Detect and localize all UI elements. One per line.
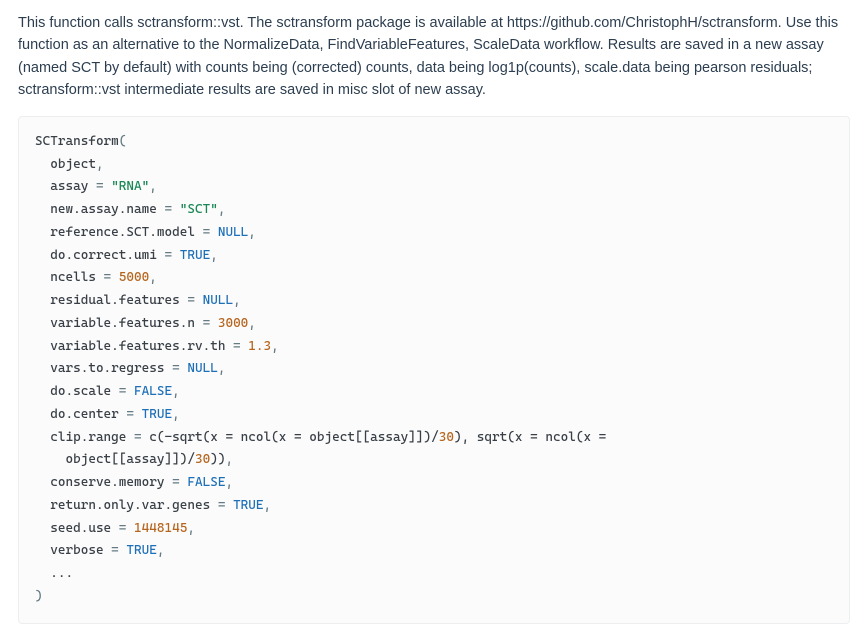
arg-clip-num1: 30 — [439, 430, 454, 445]
arg-vfrv-val: 1.3 — [248, 339, 271, 354]
arg-seed-name: seed.use — [50, 521, 111, 536]
arg-ncells-val: 5000 — [119, 270, 149, 285]
arg-clip-pre: c(-sqrt(x = ncol(x = object[[assay]])/ — [149, 430, 438, 445]
eq: = — [119, 407, 142, 422]
arg-docenter-val: TRUE — [142, 407, 172, 422]
arg-assay-name: assay — [50, 179, 88, 194]
comma: , — [233, 293, 241, 308]
eq: = — [157, 202, 180, 217]
eq: = — [165, 475, 188, 490]
arg-ncells-name: ncells — [50, 270, 96, 285]
comma: , — [172, 384, 180, 399]
comma: , — [248, 225, 256, 240]
arg-clip-line2pre: object[[assay]])/ — [35, 452, 195, 467]
eq: = — [126, 430, 149, 445]
eq: = — [210, 498, 233, 513]
close-paren: ) — [35, 589, 43, 604]
code-block: SCTransform( object, assay = "RNA", new.… — [18, 116, 850, 624]
function-description: This function calls sctransform::vst. Th… — [18, 12, 850, 102]
comma: , — [218, 202, 226, 217]
arg-refmodel-val: NULL — [218, 225, 248, 240]
arg-verbose-val: TRUE — [126, 543, 156, 558]
arg-residual-name: residual.features — [50, 293, 180, 308]
open-paren: ( — [119, 134, 127, 149]
description-text: This function calls sctransform::vst. Th… — [18, 15, 838, 98]
comma: , — [149, 270, 157, 285]
arg-retvar-name: return.only.var.genes — [50, 498, 210, 513]
comma: , — [96, 157, 104, 172]
arg-retvar-val: TRUE — [233, 498, 263, 513]
arg-varsreg-val: NULL — [187, 361, 217, 376]
comma: , — [149, 179, 157, 194]
eq: = — [195, 316, 218, 331]
comma: , — [218, 361, 226, 376]
arg-vfrv-name: variable.features.rv.th — [50, 339, 225, 354]
arg-varsreg-name: vars.to.regress — [50, 361, 164, 376]
comma: , — [225, 452, 233, 467]
eq: = — [111, 521, 134, 536]
arg-consmem-name: conserve.memory — [50, 475, 164, 490]
eq: = — [88, 179, 111, 194]
arg-seed-val: 1448145 — [134, 521, 187, 536]
fn-name: SCTransform — [35, 134, 119, 149]
comma: , — [157, 543, 165, 558]
eq: = — [157, 248, 180, 263]
arg-docorrect-val: TRUE — [180, 248, 210, 263]
arg-newassay-val: "SCT" — [180, 202, 218, 217]
eq: = — [111, 384, 134, 399]
eq: = — [165, 361, 188, 376]
arg-docenter-name: do.center — [50, 407, 119, 422]
eq: = — [225, 339, 248, 354]
arg-vfn-name: variable.features.n — [50, 316, 195, 331]
arg-doscale-val: FALSE — [134, 384, 172, 399]
arg-dots: ... — [50, 566, 73, 581]
eq: = — [104, 543, 127, 558]
arg-residual-val: NULL — [203, 293, 233, 308]
eq: = — [195, 225, 218, 240]
arg-newassay-name: new.assay.name — [50, 202, 157, 217]
arg-docorrect-name: do.correct.umi — [50, 248, 157, 263]
arg-clip-name: clip.range — [50, 430, 126, 445]
eq: = — [96, 270, 119, 285]
comma: , — [264, 498, 272, 513]
eq: = — [180, 293, 203, 308]
comma: , — [225, 475, 233, 490]
arg-verbose-name: verbose — [50, 543, 103, 558]
arg-clip-mid: ), sqrt(x = ncol(x = — [454, 430, 606, 445]
comma: , — [172, 407, 180, 422]
arg-doscale-name: do.scale — [50, 384, 111, 399]
arg-refmodel-name: reference.SCT.model — [50, 225, 195, 240]
comma: , — [271, 339, 279, 354]
arg-assay-val: "RNA" — [111, 179, 149, 194]
comma: , — [210, 248, 218, 263]
arg-consmem-val: FALSE — [187, 475, 225, 490]
comma: , — [248, 316, 256, 331]
comma: , — [187, 521, 195, 536]
arg-clip-num2: 30 — [195, 452, 210, 467]
arg-clip-post: )) — [210, 452, 225, 467]
arg-object: object — [50, 157, 96, 172]
arg-vfn-val: 3000 — [218, 316, 248, 331]
